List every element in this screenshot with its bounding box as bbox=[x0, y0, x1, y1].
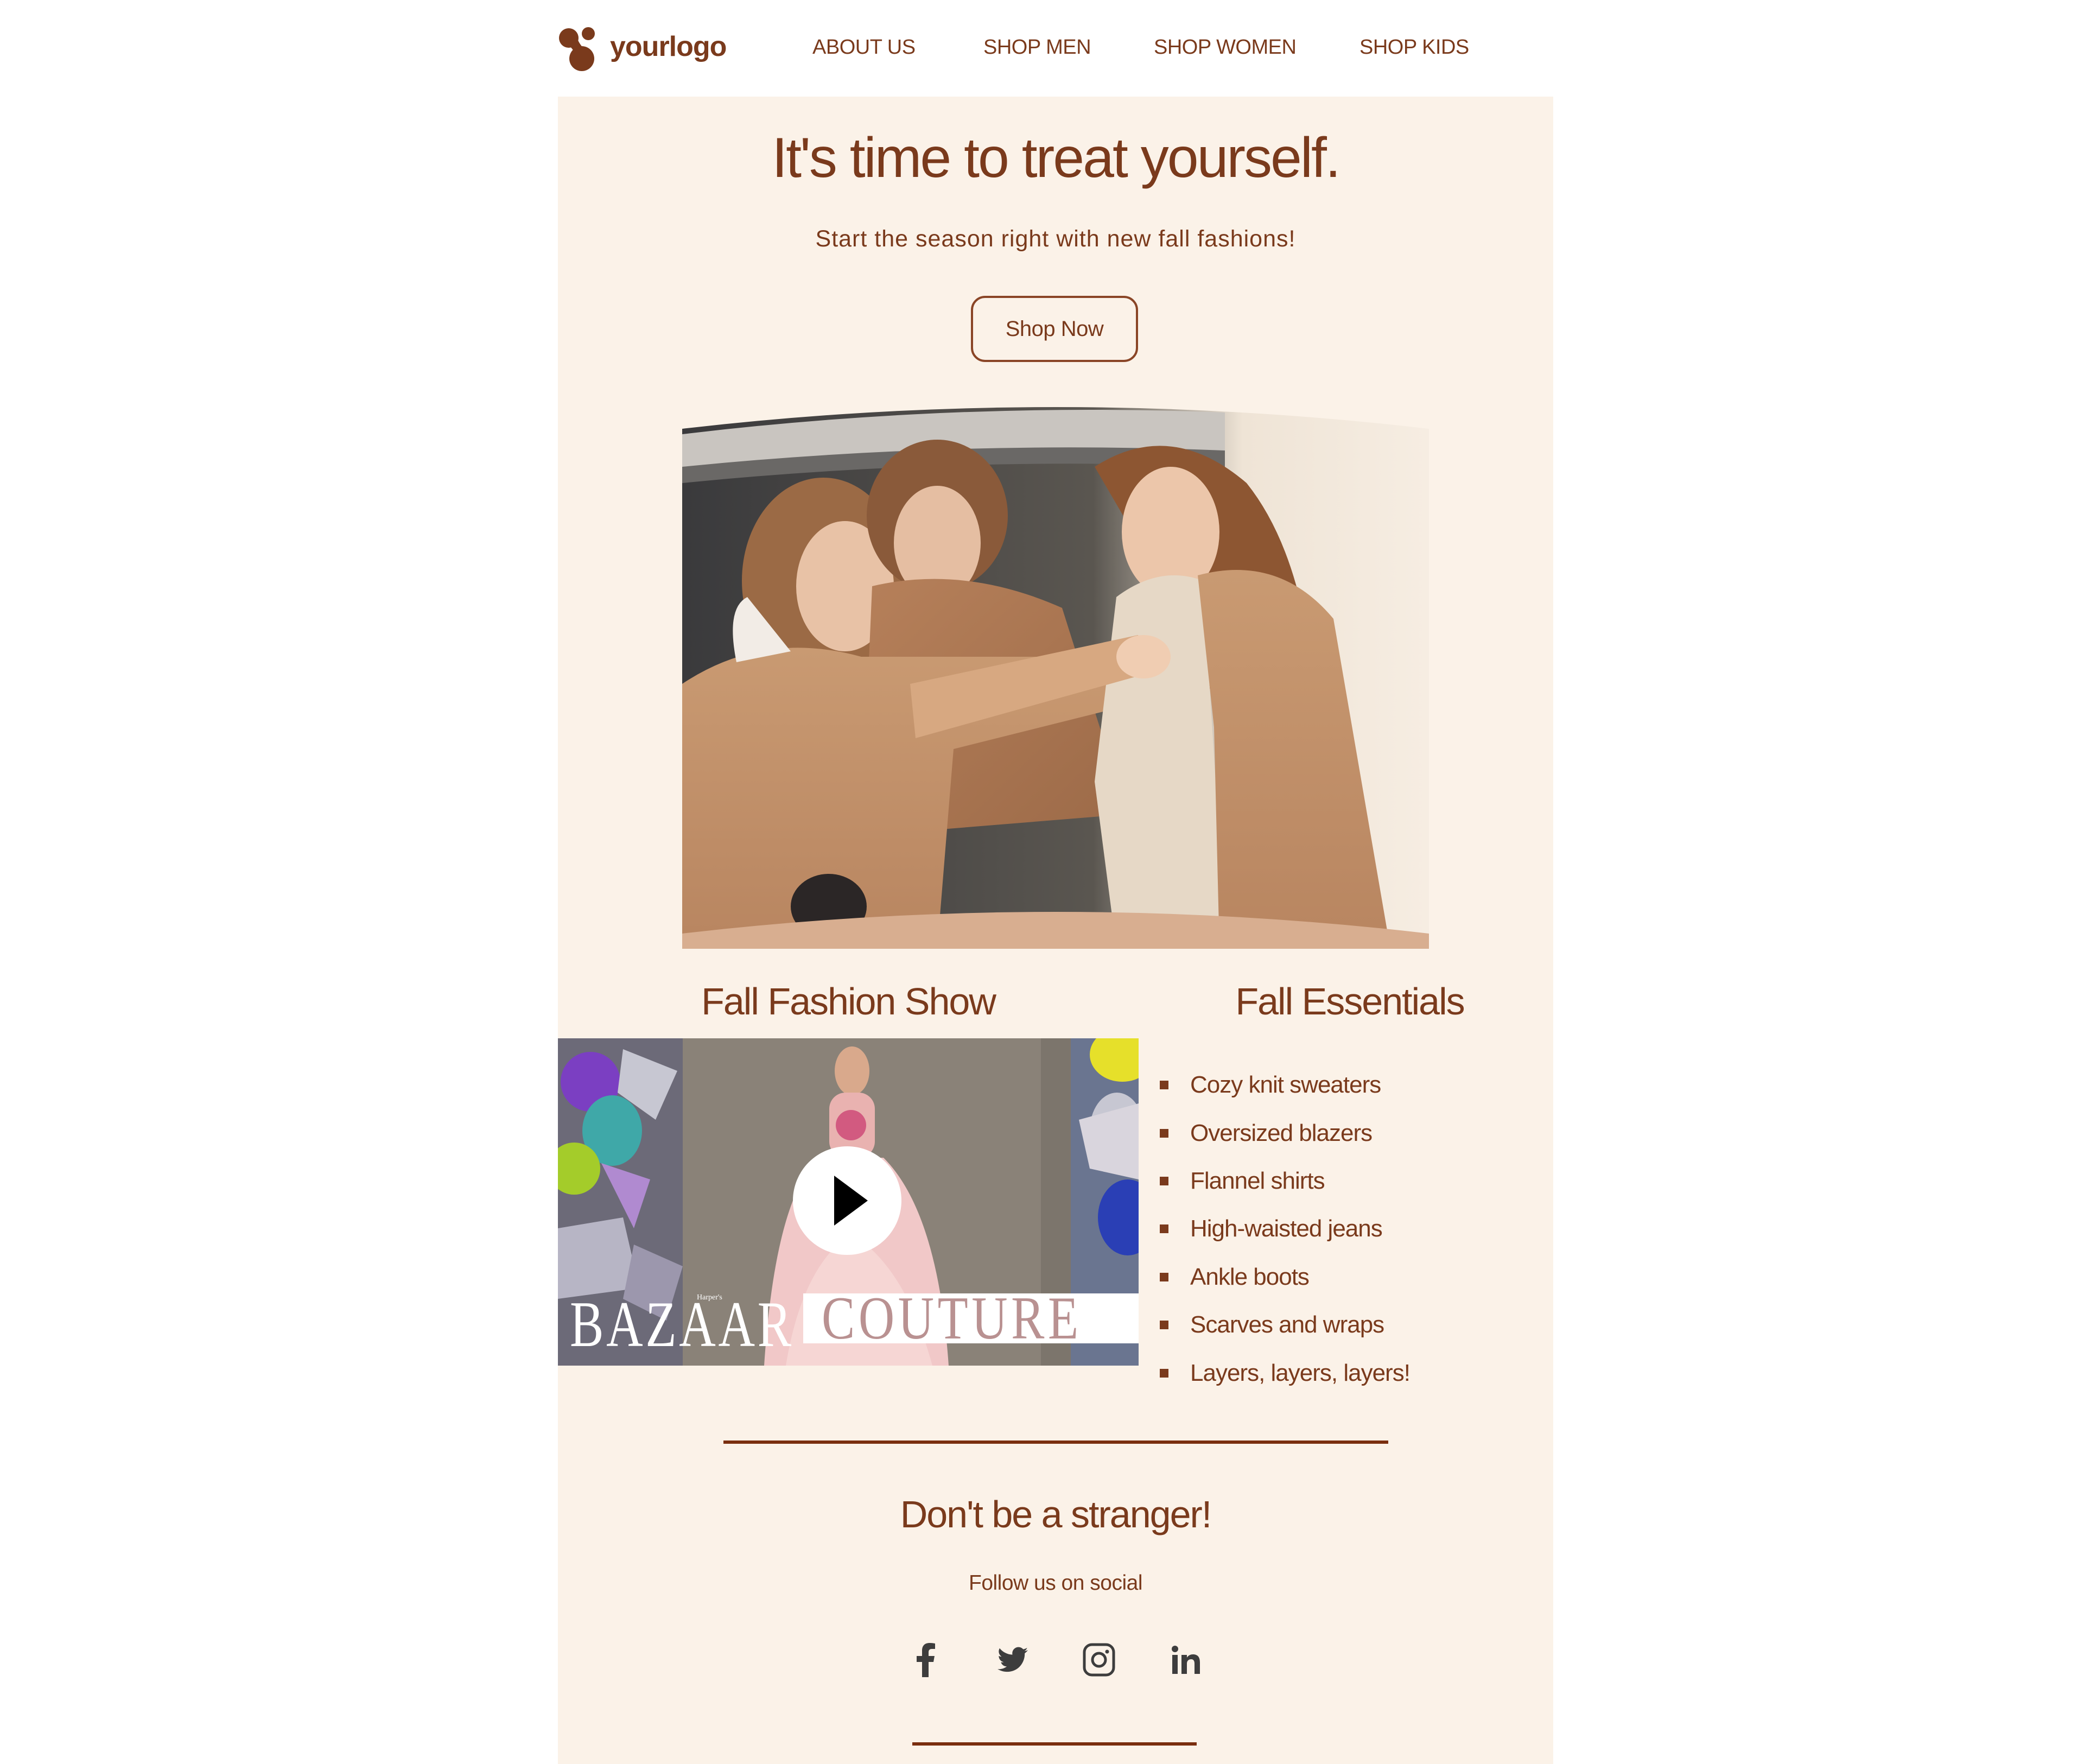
bullet-icon bbox=[1160, 1224, 1168, 1234]
hero-image bbox=[682, 402, 1429, 949]
play-button[interactable] bbox=[793, 1146, 901, 1255]
play-icon bbox=[834, 1176, 868, 1226]
fashion-show-video[interactable]: BAZAAR Harper's COUTURE bbox=[558, 1038, 1139, 1366]
list-item-text: Cozy knit sweaters bbox=[1190, 1071, 1381, 1099]
twitter-icon bbox=[997, 1647, 1028, 1672]
list-item: Cozy knit sweaters bbox=[1160, 1061, 1410, 1109]
hero-subtitle: Start the season right with new fall fas… bbox=[815, 226, 1296, 252]
linkedin-icon bbox=[1172, 1646, 1200, 1674]
list-item: Flannel shirts bbox=[1160, 1157, 1410, 1205]
footer-title: Don't be a stranger! bbox=[900, 1493, 1212, 1535]
logo[interactable]: yourlogo bbox=[558, 26, 732, 72]
section-divider bbox=[723, 1441, 1388, 1444]
bullet-icon bbox=[1160, 1321, 1168, 1330]
nav-shop-men[interactable]: SHOP MEN bbox=[983, 36, 1091, 59]
list-item-text: High-waisted jeans bbox=[1190, 1215, 1383, 1242]
couture-banner: COUTURE bbox=[803, 1293, 1139, 1343]
bullet-icon bbox=[1160, 1272, 1168, 1281]
bullet-icon bbox=[1160, 1081, 1168, 1090]
shop-now-button[interactable]: Shop Now bbox=[971, 296, 1138, 362]
nav-shop-kids[interactable]: SHOP KIDS bbox=[1359, 36, 1469, 59]
list-item: Ankle boots bbox=[1160, 1253, 1410, 1301]
couture-text: COUTURE bbox=[822, 1293, 1082, 1343]
fashion-show-title: Fall Fashion Show bbox=[701, 980, 996, 1023]
harpers-text: Harper's bbox=[697, 1293, 722, 1302]
nav-shop-women[interactable]: SHOP WOMEN bbox=[1154, 36, 1297, 59]
hero-title: It's time to treat yourself. bbox=[772, 126, 1341, 189]
essentials-list: Cozy knit sweaters Oversized blazers Fla… bbox=[1160, 1061, 1410, 1397]
facebook-link[interactable] bbox=[908, 1641, 943, 1678]
logo-mark-icon bbox=[559, 27, 595, 71]
essentials-title: Fall Essentials bbox=[1235, 980, 1465, 1023]
list-item-text: Ankle boots bbox=[1190, 1263, 1310, 1290]
list-item: Oversized blazers bbox=[1160, 1109, 1410, 1157]
bazaar-logo-text: BAZAAR bbox=[570, 1288, 794, 1360]
list-item: Scarves and wraps bbox=[1160, 1301, 1410, 1349]
linkedin-link[interactable] bbox=[1168, 1641, 1203, 1678]
footer-divider bbox=[912, 1742, 1197, 1746]
list-item-text: Oversized blazers bbox=[1190, 1119, 1373, 1146]
list-item: Layers, layers, layers! bbox=[1160, 1349, 1410, 1397]
instagram-link[interactable] bbox=[1082, 1641, 1116, 1678]
bullet-icon bbox=[1160, 1368, 1168, 1378]
instagram-icon bbox=[1083, 1643, 1115, 1677]
facebook-icon bbox=[917, 1643, 935, 1677]
list-item: High-waisted jeans bbox=[1160, 1205, 1410, 1253]
nav-about-us[interactable]: ABOUT US bbox=[812, 36, 916, 59]
follow-us-text: Follow us on social bbox=[969, 1571, 1142, 1595]
twitter-link[interactable] bbox=[995, 1641, 1030, 1678]
bullet-icon bbox=[1160, 1128, 1168, 1138]
list-item-text: Scarves and wraps bbox=[1190, 1311, 1384, 1338]
logo-text: yourlogo bbox=[610, 31, 727, 62]
list-item-text: Flannel shirts bbox=[1190, 1167, 1325, 1194]
list-item-text: Layers, layers, layers! bbox=[1190, 1359, 1410, 1386]
bullet-icon bbox=[1160, 1176, 1168, 1185]
